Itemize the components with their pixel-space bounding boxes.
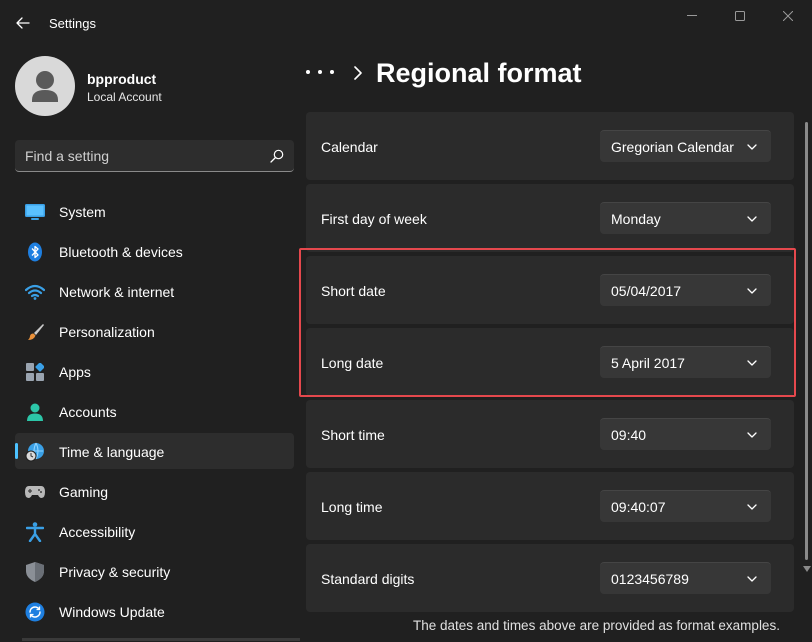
calendar-dropdown[interactable]: Gregorian Calendar bbox=[600, 130, 771, 162]
shield-icon bbox=[25, 562, 45, 582]
dropdown-value: Gregorian Calendar bbox=[611, 139, 734, 155]
setting-row-short-time: Short time 09:40 bbox=[306, 400, 794, 468]
sidebar-item-label: Gaming bbox=[59, 484, 109, 500]
chevron-right-icon bbox=[354, 66, 362, 80]
wifi-icon bbox=[25, 282, 45, 302]
dropdown-value: 09:40 bbox=[611, 427, 647, 443]
setting-row-long-date: Long date 5 April 2017 bbox=[306, 328, 794, 396]
setting-row-standard-digits: Standard digits 0123456789 bbox=[306, 544, 794, 612]
sidebar-item-bluetooth[interactable]: Bluetooth & devices bbox=[15, 233, 294, 269]
sidebar-item-label: Privacy & security bbox=[59, 564, 171, 580]
maximize-icon bbox=[735, 11, 745, 21]
long-time-dropdown[interactable]: 09:40:07 bbox=[600, 490, 771, 522]
minimize-icon bbox=[687, 15, 697, 16]
scroll-down-arrow-icon[interactable] bbox=[803, 566, 811, 572]
sidebar-nav: System Bluetooth & devices Network & int… bbox=[15, 193, 294, 633]
setting-row-short-date: Short date 05/04/2017 bbox=[306, 256, 794, 324]
sidebar-item-label: Network & internet bbox=[59, 284, 175, 300]
close-icon bbox=[783, 11, 793, 21]
setting-row-long-time: Long time 09:40:07 bbox=[306, 472, 794, 540]
sidebar-item-gaming[interactable]: Gaming bbox=[15, 473, 294, 509]
sidebar-item-apps[interactable]: Apps bbox=[15, 353, 294, 389]
setting-label: Long time bbox=[321, 499, 383, 515]
setting-label: Standard digits bbox=[321, 571, 415, 587]
avatar[interactable] bbox=[15, 56, 75, 116]
person-icon bbox=[25, 402, 45, 422]
setting-label: Short date bbox=[321, 283, 386, 299]
gamepad-icon bbox=[25, 482, 45, 502]
chevron-down-icon bbox=[747, 576, 757, 582]
divider bbox=[22, 638, 300, 641]
dot-icon bbox=[318, 70, 322, 74]
dot-icon bbox=[330, 70, 334, 74]
window-title: Settings bbox=[49, 16, 96, 31]
sidebar-item-accounts[interactable]: Accounts bbox=[15, 393, 294, 429]
apps-icon bbox=[25, 362, 45, 382]
chevron-down-icon bbox=[747, 216, 757, 222]
page-title: Regional format bbox=[376, 58, 582, 88]
vertical-scrollbar[interactable] bbox=[805, 122, 808, 560]
window-controls bbox=[668, 0, 812, 32]
breadcrumb-more-button[interactable] bbox=[306, 62, 334, 82]
sidebar-item-label: Bluetooth & devices bbox=[59, 244, 183, 260]
sidebar-item-accessibility[interactable]: Accessibility bbox=[15, 513, 294, 549]
profile-name: bpproduct bbox=[87, 71, 157, 87]
brush-icon bbox=[25, 322, 45, 342]
setting-label: Calendar bbox=[321, 139, 378, 155]
search-input[interactable] bbox=[25, 146, 255, 166]
bluetooth-icon bbox=[25, 242, 45, 262]
search-icon[interactable] bbox=[270, 149, 284, 163]
search-box[interactable] bbox=[15, 140, 294, 172]
sidebar-item-privacy-security[interactable]: Privacy & security bbox=[15, 553, 294, 589]
chevron-down-icon bbox=[747, 144, 757, 150]
title-bar: Settings bbox=[0, 0, 812, 46]
dot-icon bbox=[306, 70, 310, 74]
back-button[interactable] bbox=[10, 10, 36, 36]
profile-account-type: Local Account bbox=[87, 90, 162, 104]
globe-clock-icon bbox=[25, 442, 45, 462]
close-button[interactable] bbox=[764, 0, 812, 32]
user-avatar-icon bbox=[32, 71, 58, 102]
sidebar-item-windows-update[interactable]: Windows Update bbox=[15, 593, 294, 629]
sidebar-item-label: Accessibility bbox=[59, 524, 136, 540]
first-day-of-week-dropdown[interactable]: Monday bbox=[600, 202, 771, 234]
sidebar-item-label: Windows Update bbox=[59, 604, 165, 620]
setting-row-first-day-of-week: First day of week Monday bbox=[306, 184, 794, 252]
long-date-dropdown[interactable]: 5 April 2017 bbox=[600, 346, 771, 378]
sidebar-item-system[interactable]: System bbox=[15, 193, 294, 229]
sidebar-item-label: System bbox=[59, 204, 106, 220]
settings-list: Calendar Gregorian Calendar First day of… bbox=[306, 112, 794, 616]
format-examples-note: The dates and times above are provided a… bbox=[413, 618, 780, 633]
maximize-button[interactable] bbox=[716, 0, 764, 32]
sidebar-item-network[interactable]: Network & internet bbox=[15, 273, 294, 309]
short-time-dropdown[interactable]: 09:40 bbox=[600, 418, 771, 450]
sidebar-item-label: Time & language bbox=[59, 444, 165, 460]
sidebar-item-label: Accounts bbox=[59, 404, 117, 420]
sidebar-item-time-language[interactable]: Time & language bbox=[15, 433, 294, 469]
dropdown-value: Monday bbox=[611, 211, 661, 227]
accessibility-icon bbox=[25, 522, 45, 542]
chevron-down-icon bbox=[747, 432, 757, 438]
setting-label: Long date bbox=[321, 355, 384, 371]
setting-label: Short time bbox=[321, 427, 385, 443]
back-arrow-icon bbox=[16, 17, 30, 29]
setting-row-calendar: Calendar Gregorian Calendar bbox=[306, 112, 794, 180]
sidebar-item-label: Personalization bbox=[59, 324, 155, 340]
dropdown-value: 5 April 2017 bbox=[611, 355, 685, 371]
chevron-down-icon bbox=[747, 360, 757, 366]
dropdown-value: 0123456789 bbox=[611, 571, 689, 587]
monitor-icon bbox=[25, 202, 45, 222]
chevron-down-icon bbox=[747, 504, 757, 510]
minimize-button[interactable] bbox=[668, 0, 716, 32]
setting-label: First day of week bbox=[321, 211, 427, 227]
sidebar-item-label: Apps bbox=[59, 364, 91, 380]
standard-digits-dropdown[interactable]: 0123456789 bbox=[600, 562, 771, 594]
dropdown-value: 09:40:07 bbox=[611, 499, 666, 515]
update-icon bbox=[25, 602, 45, 622]
sidebar-item-personalization[interactable]: Personalization bbox=[15, 313, 294, 349]
chevron-down-icon bbox=[747, 288, 757, 294]
dropdown-value: 05/04/2017 bbox=[611, 283, 682, 299]
short-date-dropdown[interactable]: 05/04/2017 bbox=[600, 274, 771, 306]
